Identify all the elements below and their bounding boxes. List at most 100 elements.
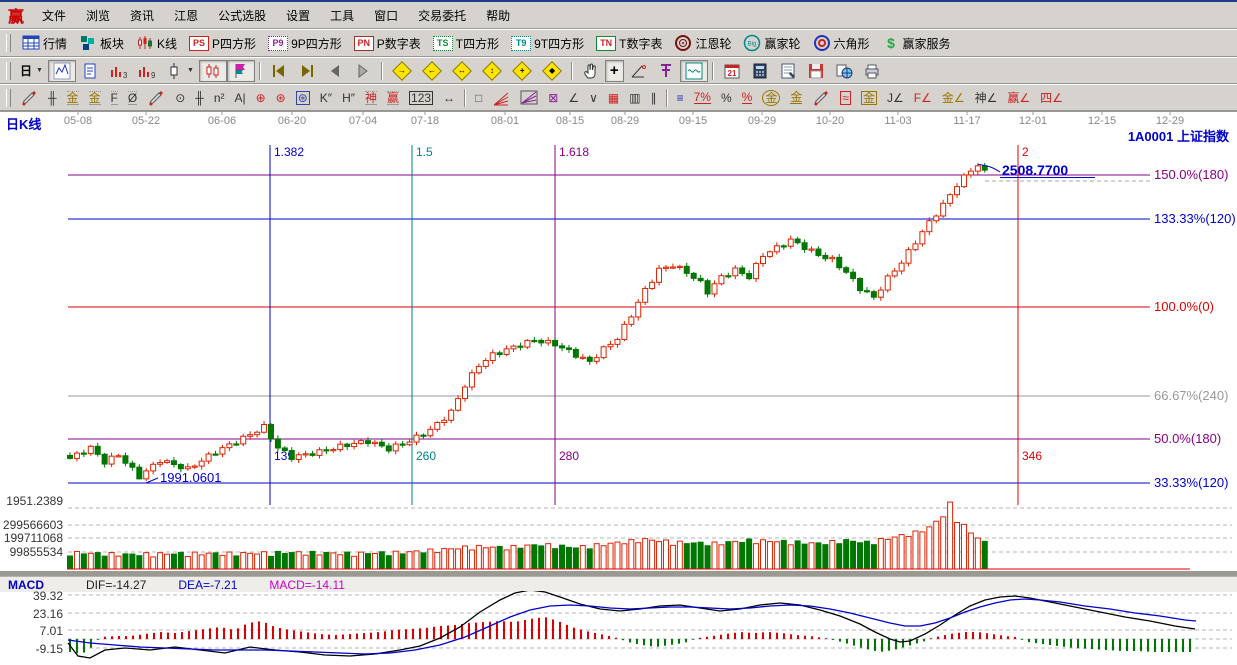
draw-parallel-lines[interactable]: ∥ <box>646 87 662 109</box>
toolbar-winner-wheel[interactable]: Big赢家轮 <box>738 32 805 54</box>
draw-angle-lines[interactable]: ∠ <box>563 87 584 109</box>
draw-k-quote[interactable]: K″ <box>315 87 337 109</box>
wave-tool-button[interactable] <box>680 60 708 82</box>
menu-设置[interactable]: 设置 <box>276 3 320 28</box>
calendar-button[interactable]: 21 <box>718 60 746 82</box>
menu-浏览[interactable]: 浏览 <box>76 3 120 28</box>
draw-wave-box[interactable]: ≈ <box>835 87 856 109</box>
draw-a-line[interactable]: A| <box>229 87 250 109</box>
toolbar-9t-square[interactable]: T99T四方形 <box>506 32 589 54</box>
shift-right-button[interactable]: → <box>387 60 417 82</box>
toolbar-grip[interactable] <box>6 62 11 80</box>
draw-grid-arrow[interactable]: ▥ <box>624 87 645 109</box>
toolbar-gann-wheel[interactable]: 江恩轮 <box>669 32 736 54</box>
draw-grid-red[interactable]: ▦ <box>603 87 624 109</box>
draw-star-red[interactable]: ⊛ <box>271 87 291 109</box>
period-day-button[interactable]: 日▼ <box>15 60 48 82</box>
draw-percent-line[interactable]: % <box>737 87 758 109</box>
draw-f-grid[interactable]: F <box>106 87 123 109</box>
kline-mode-button[interactable] <box>199 60 227 82</box>
menu-窗口[interactable]: 窗口 <box>364 3 408 28</box>
save-button[interactable] <box>802 60 830 82</box>
macd-chart[interactable]: 39.3223.167.01-9.15 <box>0 591 1237 665</box>
draw-select-box[interactable]: □ <box>470 87 487 109</box>
draw-percent[interactable]: % <box>716 87 737 109</box>
toolbar-p-number-table[interactable]: PNP数字表 <box>349 32 426 54</box>
page-prev-button[interactable] <box>321 60 349 82</box>
draw-gold-grid-2[interactable]: 金 <box>84 87 106 109</box>
toolbar-kline[interactable]: K线 <box>131 32 182 54</box>
zoom-in-button[interactable]: + <box>507 60 537 82</box>
draw-brush-line[interactable] <box>807 87 835 109</box>
info-panel-button[interactable] <box>76 60 104 82</box>
chart-pattern-button[interactable] <box>48 60 76 82</box>
draw-ying-angle[interactable]: 赢∠ <box>1002 87 1035 109</box>
draw-j-angle[interactable]: J∠ <box>882 87 909 109</box>
menu-交易委托[interactable]: 交易委托 <box>408 3 476 28</box>
draw-gold-grid-1[interactable]: 金 <box>62 87 84 109</box>
ma-9-button[interactable]: 9 <box>132 60 160 82</box>
shift-left-button[interactable]: ← <box>417 60 447 82</box>
menu-帮助[interactable]: 帮助 <box>476 3 520 28</box>
draw-phi-grid[interactable]: Ø <box>123 87 142 109</box>
menu-工具[interactable]: 工具 <box>320 3 364 28</box>
draw-gold-angle[interactable]: 金∠ <box>937 87 970 109</box>
ma-3-button[interactable]: 3 <box>104 60 132 82</box>
kline-chart[interactable]: 05-0805-2206-0606-2007-0407-1808-0108-15… <box>0 111 1237 576</box>
draw-circle-cross[interactable]: ⊕ <box>251 87 271 109</box>
calculator-button[interactable] <box>746 60 774 82</box>
draw-percent-7[interactable]: 7% <box>689 87 716 109</box>
draw-fan-box[interactable] <box>515 87 543 109</box>
toolbar-9p-square[interactable]: P99P四方形 <box>263 32 347 54</box>
flag-marks-button[interactable] <box>227 60 255 82</box>
draw-star-box[interactable]: ⊛ <box>291 87 315 109</box>
menu-江恩[interactable]: 江恩 <box>164 3 208 28</box>
draw-gold-box[interactable]: 金 <box>856 87 882 109</box>
draw-gann-ticks[interactable]: ╫ <box>43 87 62 109</box>
draw-shen-angle[interactable]: 神∠ <box>970 87 1003 109</box>
macd-indicator-label[interactable]: MACD <box>8 578 44 592</box>
expand-h-button[interactable]: ↔ <box>447 60 477 82</box>
toolbar-sectors[interactable]: 板块 <box>74 32 129 54</box>
draw-h-quote[interactable]: H″ <box>337 87 360 109</box>
draw-ruler-123[interactable]: 123 <box>404 87 438 109</box>
toolbar-quotes[interactable]: 行情 <box>17 32 72 54</box>
draw-ying-grid[interactable]: 赢 <box>382 87 404 109</box>
purple-tool-button[interactable] <box>652 60 680 82</box>
draw-tick-ruler[interactable]: ╫ <box>190 87 209 109</box>
page-next-button[interactable] <box>349 60 377 82</box>
draw-n-squared[interactable]: n² <box>209 87 230 109</box>
toolbar-winner-service[interactable]: $赢家服务 <box>877 32 956 54</box>
draw-levels-blue[interactable]: ≡ <box>672 87 689 109</box>
draw-x-box[interactable]: ⊠ <box>543 87 563 109</box>
draw-brush-tool[interactable] <box>15 87 43 109</box>
draw-v-lines[interactable]: ∨ <box>584 87 603 109</box>
toolbar-t-number-table[interactable]: TNT数字表 <box>591 32 667 54</box>
toolbar-grip[interactable] <box>6 89 11 107</box>
expand-v-button[interactable]: ↕ <box>477 60 507 82</box>
draw-f-angle[interactable]: F∠ <box>909 87 937 109</box>
pan-hand-button[interactable] <box>577 60 605 82</box>
go-last-button[interactable] <box>293 60 321 82</box>
crosshair-button[interactable]: + <box>605 60 624 82</box>
draw-brush-ruler[interactable] <box>142 87 170 109</box>
draw-time-circle[interactable]: ⊙ <box>170 87 190 109</box>
notes-button[interactable] <box>774 60 802 82</box>
candle-style-button[interactable]: ▼ <box>160 60 199 82</box>
web-report-button[interactable] <box>830 60 858 82</box>
toolbar-t-square[interactable]: TST四方形 <box>428 32 504 54</box>
toolbar-p-square[interactable]: PSP四方形 <box>184 32 261 54</box>
menu-文件[interactable]: 文件 <box>32 3 76 28</box>
draw-shen-grid[interactable]: 神 <box>360 87 382 109</box>
draw-gold-circle[interactable]: 金 <box>757 87 785 109</box>
menu-资讯[interactable]: 资讯 <box>120 3 164 28</box>
zoom-fit-button[interactable]: ◆ <box>537 60 567 82</box>
draw-gold-line[interactable]: 金 <box>785 87 807 109</box>
print-button[interactable] <box>858 60 886 82</box>
angle-measure-button[interactable] <box>624 60 652 82</box>
go-first-button[interactable] <box>265 60 293 82</box>
draw-si-angle[interactable]: 四∠ <box>1035 87 1068 109</box>
draw-gann-fan[interactable] <box>487 87 515 109</box>
toolbar-hexagon[interactable]: 六角形 <box>808 32 875 54</box>
draw-width-arrows[interactable]: ↔ <box>438 87 460 109</box>
